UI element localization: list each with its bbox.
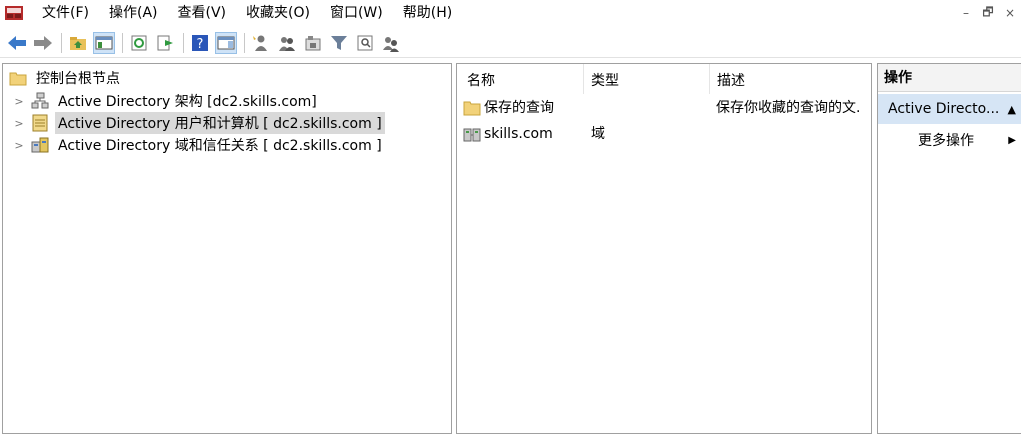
- actions-pane: 操作 Active Directo... ▲ 更多操作 ▶: [877, 63, 1021, 434]
- tree-root-label: 控制台根节点: [36, 71, 120, 87]
- forward-button[interactable]: [32, 32, 54, 54]
- column-divider[interactable]: [583, 64, 584, 94]
- menu-help[interactable]: 帮助(H): [393, 0, 462, 26]
- tree-root[interactable]: 控制台根节点: [9, 68, 123, 88]
- export-list-icon: [157, 35, 173, 50]
- find-icon: [357, 35, 373, 50]
- expand-chevron-icon[interactable]: >: [13, 117, 25, 130]
- expand-chevron-icon[interactable]: >: [13, 139, 25, 152]
- actions-header: 操作: [878, 64, 1021, 92]
- item-description: [716, 123, 872, 145]
- tree-item-label: Active Directory 架构 [dc2.skills.com]: [58, 94, 317, 110]
- toolbar-separator: [183, 32, 184, 53]
- forward-icon: [34, 35, 52, 50]
- export-list-button[interactable]: [154, 32, 176, 54]
- up-folder-icon: [70, 36, 86, 50]
- window-controls: – 🗗 ×: [955, 0, 1021, 26]
- refresh-icon: [131, 35, 147, 50]
- menu-window[interactable]: 窗口(W): [320, 0, 393, 26]
- folder-icon: [9, 72, 27, 86]
- tree-item-label: Active Directory 域和信任关系 [ dc2.skills.com…: [58, 138, 382, 154]
- show-hide-tree-icon: [95, 36, 113, 49]
- submenu-arrow-icon: ▶: [1008, 134, 1016, 146]
- domain-icon: [463, 128, 481, 142]
- menu-view[interactable]: 查看(V): [168, 0, 237, 26]
- refresh-button[interactable]: [128, 32, 150, 54]
- show-hide-action-pane-icon: [217, 36, 235, 49]
- show-hide-tree-button[interactable]: [93, 31, 115, 54]
- column-header-type[interactable]: 类型: [585, 70, 709, 92]
- new-ou-button[interactable]: [302, 32, 324, 54]
- filter-button[interactable]: [328, 32, 350, 54]
- users-computers-icon: [32, 114, 48, 132]
- schema-icon: [31, 92, 49, 109]
- actions-group-header[interactable]: Active Directo... ▲: [878, 94, 1021, 124]
- filter-icon: [331, 35, 347, 50]
- toolbar-separator: [244, 32, 245, 53]
- find-button[interactable]: [354, 32, 376, 54]
- new-group-button[interactable]: [276, 32, 298, 54]
- menu-action[interactable]: 操作(A): [99, 0, 168, 26]
- close-button[interactable]: ×: [999, 6, 1021, 20]
- back-icon: [8, 35, 26, 50]
- results-pane: 名称 类型 描述 保存的查询 保存你收藏的查询的文. skills.com 域: [456, 63, 872, 434]
- help-icon: ?: [192, 34, 208, 52]
- folder-icon: [463, 101, 481, 116]
- more-actions-label: 更多操作: [918, 133, 974, 149]
- menu-bar: 文件(F) 操作(A) 查看(V) 收藏夹(O) 窗口(W) 帮助(H) – 🗗…: [0, 0, 1021, 26]
- menu-file[interactable]: 文件(F): [32, 0, 99, 26]
- add-to-group-button[interactable]: [380, 32, 402, 54]
- tree-item-schema[interactable]: > Active Directory 架构 [dc2.skills.com]: [13, 90, 320, 112]
- tree-item-label: Active Directory 用户和计算机 [ dc2.skills.com…: [55, 112, 385, 134]
- add-to-group-icon: [383, 36, 399, 52]
- column-header-name[interactable]: 名称: [461, 70, 583, 92]
- item-name: 保存的查询: [484, 100, 554, 116]
- help-button[interactable]: ?: [189, 32, 211, 54]
- minimize-button[interactable]: –: [955, 6, 977, 20]
- svg-text:?: ?: [197, 37, 204, 52]
- item-name-cell: 保存的查询: [463, 97, 583, 119]
- list-item[interactable]: 保存的查询 保存你收藏的查询的文.: [457, 97, 871, 119]
- toolbar-separator: [61, 32, 62, 53]
- menu-favorites[interactable]: 收藏夹(O): [236, 0, 320, 26]
- domains-trusts-icon: [31, 137, 49, 153]
- restore-button[interactable]: 🗗: [977, 3, 999, 24]
- new-ou-icon: [305, 35, 321, 50]
- new-user-button[interactable]: [250, 32, 272, 54]
- tree-item-users-computers[interactable]: > Active Directory 用户和计算机 [ dc2.skills.c…: [13, 112, 385, 134]
- actions-group-label: Active Directo...: [888, 101, 1000, 117]
- new-user-icon: [253, 35, 267, 51]
- expand-chevron-icon[interactable]: >: [13, 95, 25, 108]
- up-level-button[interactable]: [67, 32, 89, 54]
- more-actions-item[interactable]: 更多操作 ▶: [918, 128, 1021, 152]
- mmc-app-icon[interactable]: [4, 3, 24, 23]
- item-name: skills.com: [484, 126, 553, 142]
- toolbar-separator: [122, 32, 123, 53]
- show-hide-action-pane-button[interactable]: [215, 31, 237, 54]
- list-item[interactable]: skills.com 域: [457, 123, 871, 145]
- new-group-icon: [279, 36, 295, 51]
- item-type: [591, 97, 709, 119]
- toolbar: ?: [0, 28, 1021, 58]
- column-header-description[interactable]: 描述: [711, 70, 871, 92]
- item-description: 保存你收藏的查询的文.: [716, 100, 861, 116]
- item-type: 域: [591, 126, 605, 142]
- collapse-triangle-icon[interactable]: ▲: [1008, 103, 1016, 116]
- mmc-window: 文件(F) 操作(A) 查看(V) 收藏夹(O) 窗口(W) 帮助(H) – 🗗…: [0, 0, 1021, 434]
- console-tree-pane: 控制台根节点 > Active Directory 架构 [dc2.skills…: [2, 63, 452, 434]
- item-name-cell: skills.com: [463, 123, 583, 145]
- back-button[interactable]: [6, 32, 28, 54]
- tree-item-domains-trusts[interactable]: > Active Directory 域和信任关系 [ dc2.skills.c…: [13, 134, 385, 156]
- column-divider[interactable]: [709, 64, 710, 94]
